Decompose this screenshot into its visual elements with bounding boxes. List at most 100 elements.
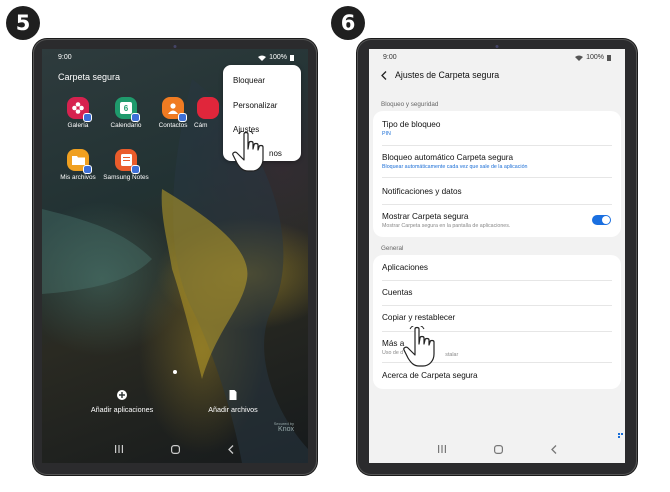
clock: 9:00 [58,54,72,61]
settings-header: Ajustes de Carpeta segura [381,70,499,80]
home-icon [170,444,180,454]
setting-apps[interactable]: Aplicaciones [382,263,612,272]
divider [382,305,612,306]
folder-icon [67,149,92,174]
app-label: Galería [67,122,89,129]
setting-accounts[interactable]: Cuentas [382,288,612,297]
app-label: Samsung Notes [103,174,149,181]
knox-logo: Knox [278,426,294,433]
navigation-bar [42,442,308,456]
back-button[interactable] [224,442,238,456]
setting-show-folder[interactable]: Mostrar Carpeta segura Mostrar Carpeta s… [382,212,581,229]
back-button[interactable] [547,442,561,456]
secure-folder-home-screen: 9:00 100% Carpeta segura Galería 6 Calen… [42,49,308,463]
secure-folder-settings-screen: 9:00 100% Ajustes de Carpeta segura Bloq… [369,49,625,463]
camera-icon [197,97,219,119]
app-label: Mis archivos [60,174,96,181]
setting-title: Cuentas [382,288,413,297]
app-camera[interactable]: Cám [194,97,224,129]
step-6-badge: 6 [331,6,365,40]
recents-button[interactable] [435,442,449,456]
setting-lock-type[interactable]: Tipo de bloqueo PIN [382,120,612,137]
status-bar: 9:00 100% [42,53,308,65]
tap-hand-icon [403,326,435,367]
file-icon [229,390,237,400]
home-button[interactable] [491,442,505,456]
setting-title: Tipo de bloqueo [382,120,441,129]
app-my-files[interactable]: Mis archivos [55,149,101,181]
app-label: Calendario [110,122,142,129]
contacts-icon [162,97,187,122]
menu-item-partial[interactable]: nos [269,149,282,158]
setting-description: Mostrar Carpeta segura en la pantalla de… [382,223,511,229]
setting-title: Bloqueo automático Carpeta segura [382,153,514,162]
home-icon [493,444,503,454]
divider [382,177,612,178]
add-files-button[interactable]: Añadir archivos [197,390,269,414]
tap-hand-icon [232,131,264,172]
section-label-security: Bloqueo y seguridad [381,101,439,108]
navigation-bar [369,442,625,456]
battery-icon [290,55,294,61]
notes-icon [115,149,140,174]
setting-value: PIN [382,131,391,137]
add-files-label: Añadir archivos [208,405,258,414]
person-icon [168,103,178,114]
setting-value: Bloquear automáticamente cada vez que sa… [382,164,528,170]
page-indicator-dot [173,370,177,374]
secure-badge-icon [178,113,187,122]
secure-badge-icon [131,113,140,122]
calendar-day: 6 [120,102,132,114]
app-contacts[interactable]: Contactos [150,97,196,129]
recents-icon [438,445,446,453]
battery-level: 100% [586,54,604,61]
secure-badge-icon [83,113,92,122]
section-label-general: General [381,245,404,252]
clock: 9:00 [383,54,397,61]
setting-backup-restore[interactable]: Copiar y restablecer [382,313,612,322]
recents-icon [115,445,123,453]
show-folder-toggle[interactable] [592,215,611,225]
setting-auto-lock[interactable]: Bloqueo automático Carpeta segura Bloque… [382,153,612,170]
recents-button[interactable] [112,442,126,456]
calendar-icon: 6 [115,97,140,122]
setting-title: Mostrar Carpeta segura [382,212,469,221]
knox-watermark: Secured by Knox [274,421,294,433]
setting-description-end: stalar [445,352,459,358]
folder-shape-icon [71,156,85,165]
plus-circle-icon [117,390,127,400]
divider [382,204,612,205]
setting-title: Copiar y restablecer [382,313,456,322]
tutorial-stage: 5 6 9:00 100% Carpeta segura Galería 6 C… [0,0,670,492]
secure-badge-icon [131,165,140,174]
status-bar: 9:00 100% [369,53,625,65]
gallery-icon [67,97,92,122]
app-samsung-notes[interactable]: Samsung Notes [103,149,149,181]
setting-notifications[interactable]: Notificaciones y datos [382,187,612,196]
menu-item-customize[interactable]: Personalizar [233,101,277,110]
front-camera [173,45,177,48]
app-gallery[interactable]: Galería [55,97,101,129]
edge-panel-handle[interactable] [618,433,624,439]
add-apps-button[interactable]: Añadir aplicaciones [82,390,162,414]
menu-item-lock[interactable]: Bloquear [233,76,265,85]
setting-title: Acerca de Carpeta segura [382,371,478,380]
wifi-icon [575,55,584,61]
step-5-badge: 5 [6,6,40,40]
wifi-icon [258,55,267,61]
general-card: Aplicaciones Cuentas Copiar y restablece… [373,255,621,389]
front-camera [495,45,499,48]
app-label: Contactos [158,122,188,129]
status-right: 100% [575,54,611,61]
setting-about[interactable]: Acerca de Carpeta segura [382,371,612,380]
add-apps-label: Añadir aplicaciones [90,405,154,414]
back-arrow-icon[interactable] [381,70,387,80]
divider [382,145,612,146]
app-calendar[interactable]: 6 Calendario [103,97,149,129]
home-button[interactable] [168,442,182,456]
app-label: Cám [194,122,208,129]
secure-badge-icon [83,165,92,174]
page-title: Ajustes de Carpeta segura [395,70,500,80]
battery-level: 100% [269,54,287,61]
edge-handle-icon [618,433,623,438]
